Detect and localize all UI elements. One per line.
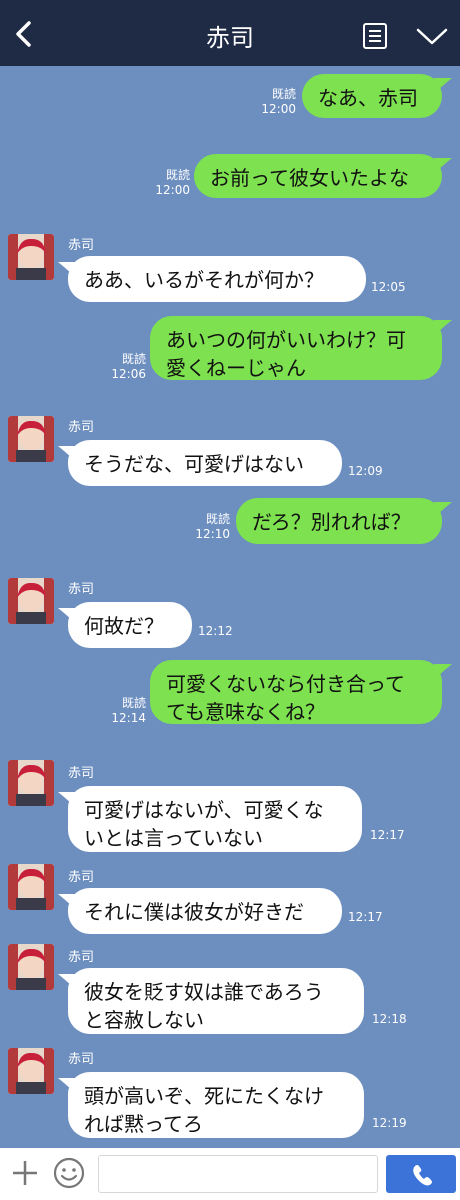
message-time: 12:00 — [261, 102, 296, 116]
contact-name: 赤司 — [68, 420, 95, 435]
avatar-image — [8, 864, 54, 910]
avatar-image — [8, 234, 54, 280]
avatar-image — [8, 416, 54, 462]
bubble-tail — [434, 78, 452, 94]
message-time: 12:09 — [348, 464, 383, 478]
sent-message-bubble[interactable]: 可愛くないなら付き合って ても意味なくね？ — [150, 660, 442, 724]
avatar[interactable] — [8, 416, 54, 462]
plus-icon[interactable] — [10, 1158, 40, 1188]
message-time: 12:05 — [371, 280, 406, 294]
message-time: 12:14 — [111, 711, 146, 725]
contact-name: 赤司 — [68, 870, 95, 885]
message-time: 12:10 — [195, 527, 230, 541]
received-message-bubble[interactable]: 何故だ？ — [68, 602, 192, 648]
avatar-image — [8, 578, 54, 624]
contact-name: 赤司 — [68, 582, 95, 597]
message-time: 12:17 — [348, 910, 383, 924]
smile-icon[interactable] — [52, 1156, 86, 1190]
avatar[interactable] — [8, 760, 54, 806]
avatar[interactable] — [8, 1048, 54, 1094]
phone-icon — [413, 1165, 432, 1186]
input-bar — [0, 1148, 460, 1200]
send-button[interactable] — [386, 1155, 456, 1193]
read-receipt: 既読 12:00 — [146, 168, 190, 198]
bubble-tail — [434, 158, 452, 174]
read-receipt: 既読 12:06 — [102, 352, 146, 382]
chat-title: 赤司 — [206, 24, 254, 52]
contact-name: 赤司 — [68, 766, 95, 781]
message-list[interactable]: 既読 12:00 なあ、赤司 既読 12:00 お前って彼女いたよな 赤司 ああ、い… — [0, 66, 460, 1148]
message-time: 12:00 — [155, 183, 190, 197]
avatar[interactable] — [8, 864, 54, 910]
contact-name: 赤司 — [68, 950, 95, 965]
message-time: 12:17 — [370, 828, 405, 842]
avatar[interactable] — [8, 944, 54, 990]
avatar-image — [8, 944, 54, 990]
avatar-image — [8, 760, 54, 806]
chat-header: 赤司 — [0, 0, 460, 66]
read-receipt: 既読 12:10 — [186, 512, 230, 542]
received-message-bubble[interactable]: そうだな、可愛げはない — [68, 440, 342, 486]
sent-message-bubble[interactable]: なあ、赤司 — [302, 74, 442, 118]
avatar-image — [8, 1048, 54, 1094]
note-icon[interactable] — [362, 22, 388, 50]
message-time: 12:12 — [198, 624, 233, 638]
received-message-bubble[interactable]: ああ、いるがそれが何か？ — [68, 256, 366, 302]
sent-message-bubble[interactable]: だろ？別れれば？ — [236, 498, 442, 544]
avatar[interactable] — [8, 578, 54, 624]
message-time: 12:19 — [372, 1116, 407, 1130]
avatar[interactable] — [8, 234, 54, 280]
contact-name: 赤司 — [68, 1052, 95, 1067]
bubble-tail — [434, 502, 452, 518]
message-input[interactable] — [98, 1155, 378, 1193]
read-receipt: 既読 12:14 — [102, 696, 146, 726]
received-message-bubble[interactable]: 頭が高いぞ、死にたくなけ れば黙ってろ — [68, 1072, 364, 1138]
contact-name: 赤司 — [68, 238, 95, 253]
chevron-down-icon[interactable] — [416, 28, 448, 46]
bubble-tail — [434, 664, 452, 680]
received-message-bubble[interactable]: それに僕は彼女が好きだ — [68, 888, 342, 934]
sent-message-bubble[interactable]: あいつの何がいいわけ？可 愛くねーじゃん — [150, 316, 442, 380]
received-message-bubble[interactable]: 可愛げはないが、可愛くな いとは言っていない — [68, 786, 362, 852]
message-time: 12:06 — [111, 367, 146, 381]
sent-message-bubble[interactable]: お前って彼女いたよな — [194, 154, 442, 198]
read-receipt: 既読 12:00 — [252, 87, 296, 117]
bubble-tail — [434, 320, 452, 336]
message-time: 12:18 — [372, 1012, 407, 1026]
received-message-bubble[interactable]: 彼女を貶す奴は誰であろう と容赦しない — [68, 968, 364, 1034]
